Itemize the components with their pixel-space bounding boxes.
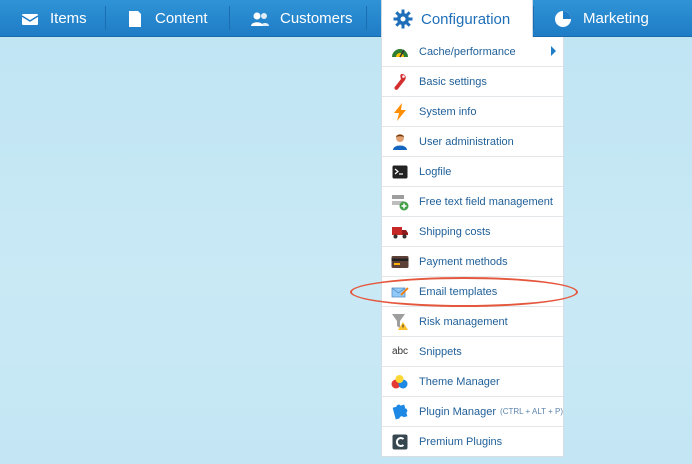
items-icon [20,9,40,29]
nav-marketing-label: Marketing [583,10,649,27]
nav-items-label: Items [50,10,87,27]
wrench-icon [391,73,409,91]
menu-item-label: Logfile [419,165,452,178]
configuration-dropdown-menu: Cache/performance Basic settings System … [381,37,564,457]
top-navigation-bar: Items Content Customers Configuration Ma… [0,0,692,38]
menu-item-label: Shipping costs [419,225,491,238]
keyboard-shortcut-hint: (CTRL + ALT + P) [500,407,564,416]
menu-item-label: Basic settings [419,75,487,88]
nav-content[interactable]: Content [125,0,208,37]
menu-item-label: User administration [419,135,514,148]
premium-plugins-icon [391,433,409,451]
terminal-icon [391,163,409,181]
menu-item-basic-settings[interactable]: Basic settings [382,67,563,97]
nav-customers[interactable]: Customers [250,0,353,37]
menu-item-user-administration[interactable]: User administration [382,127,563,157]
menu-item-risk-management[interactable]: Risk management [382,307,563,337]
highlight-annotation-ellipse [350,277,578,307]
user-icon [391,133,409,151]
paint-drops-icon [391,373,409,391]
nav-configuration-label: Configuration [421,10,511,28]
filter-warning-icon [391,313,409,331]
nav-configuration[interactable]: Configuration [381,0,533,38]
menu-item-label: Free text field management [419,195,553,208]
menu-item-cache-performance[interactable]: Cache/performance [382,37,563,67]
menu-item-shipping-costs[interactable]: Shipping costs [382,217,563,247]
credit-card-icon [391,253,409,271]
menu-item-label: Payment methods [419,255,508,268]
menu-item-label: Premium Plugins [419,436,503,448]
abc-icon: abc [391,346,409,357]
menu-item-theme-manager[interactable]: Theme Manager [382,367,563,397]
puzzle-icon [391,403,409,421]
menu-item-free-text-field-management[interactable]: Free text field management [382,187,563,217]
menu-item-label: Risk management [419,315,508,328]
nav-items[interactable]: Items [20,0,87,37]
menu-item-logfile[interactable]: Logfile [382,157,563,187]
content-icon [125,9,145,29]
menu-item-premium-plugins[interactable]: Premium Plugins [382,427,563,457]
menu-item-label: Theme Manager [419,375,500,388]
nav-marketing[interactable]: Marketing [553,0,649,37]
gear-icon [393,9,413,29]
menu-item-label: Cache/performance [419,45,516,58]
menu-item-plugin-manager[interactable]: Plugin Manager (CTRL + ALT + P) [382,397,563,427]
nav-content-label: Content [155,10,208,27]
menu-item-system-info[interactable]: System info [382,97,563,127]
speedometer-icon [391,43,409,61]
menu-item-label: System info [419,105,477,118]
add-field-icon [391,193,409,211]
menu-item-label: Plugin Manager [419,405,497,418]
nav-customers-label: Customers [280,10,353,27]
menu-item-snippets[interactable]: abc Snippets [382,337,563,367]
truck-icon [391,223,409,241]
pie-chart-icon [553,9,573,29]
menu-item-label: Snippets [419,345,462,358]
menu-item-payment-methods[interactable]: Payment methods [382,247,563,277]
submenu-arrow-icon [551,46,556,56]
customers-icon [250,9,270,29]
lightning-icon [391,102,409,121]
